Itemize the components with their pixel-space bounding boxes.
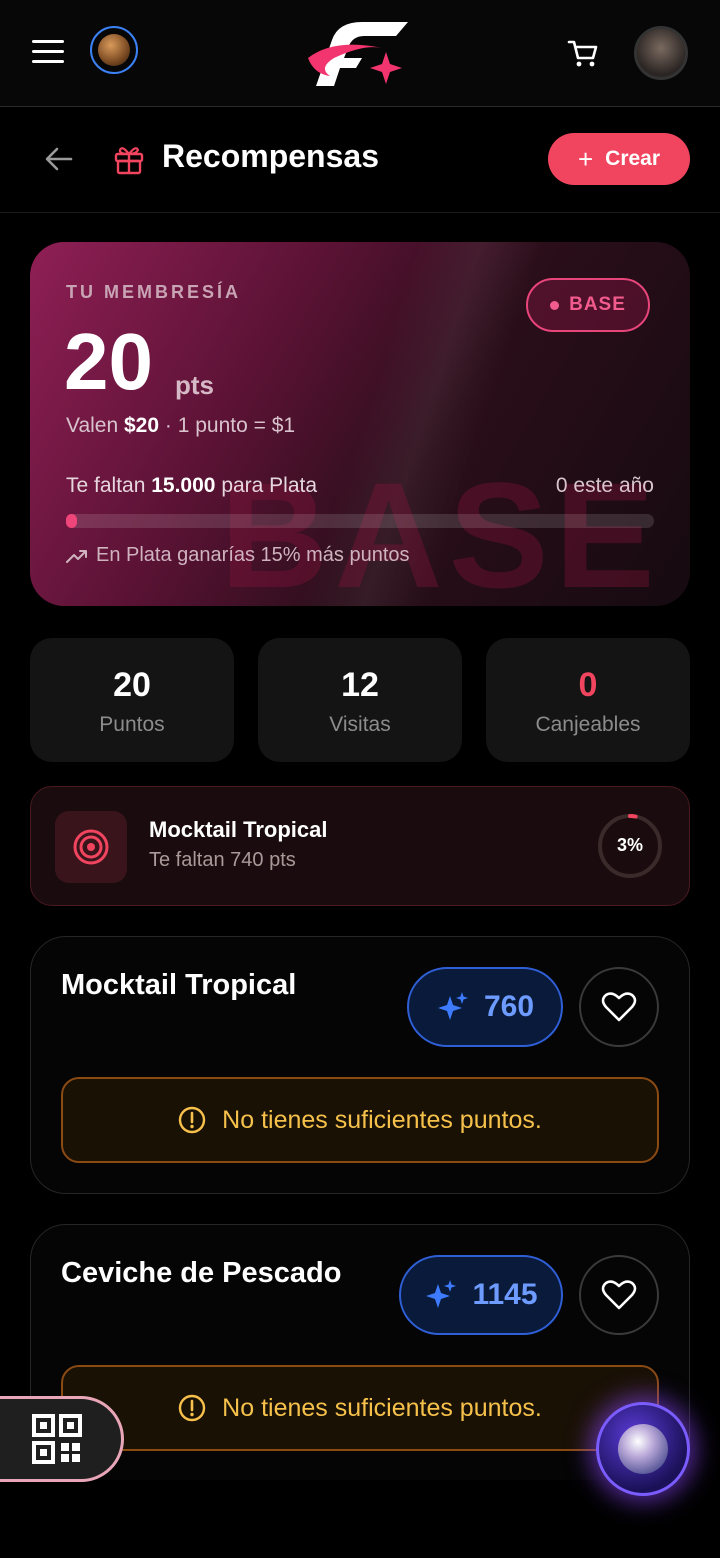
next-reward-name: Mocktail Tropical: [149, 817, 328, 842]
progress-percent: 3%: [616, 835, 643, 855]
sparkle-icon: [437, 992, 468, 1020]
value-prefix: Valen: [66, 414, 119, 437]
stat-label: Canjeables: [535, 713, 641, 736]
stat-redeemable: 0 Canjeables: [486, 638, 690, 762]
points-value-text: Valen $20 · 1 punto = $1: [66, 414, 295, 438]
warning-text: No tienes suficientes puntos.: [222, 1105, 542, 1134]
heart-icon: [601, 992, 637, 1022]
reward-card[interactable]: Mocktail Tropical 760 No tienes suficien…: [30, 936, 690, 1194]
qr-code-button[interactable]: [0, 1396, 124, 1482]
favorite-button[interactable]: [579, 967, 659, 1047]
reward-cost: 1145: [472, 1278, 538, 1311]
warning-text: No tienes suficientes puntos.: [222, 1393, 542, 1422]
tier-hint: En Plata ganarías 15% más puntos: [66, 544, 410, 567]
insufficient-points-warning: No tienes suficientes puntos.: [61, 1077, 659, 1163]
orb-icon: [618, 1424, 668, 1474]
membership-label: TU MEMBRESÍA: [66, 282, 241, 302]
heart-icon: [601, 1280, 637, 1310]
missing-suffix: para Plata: [221, 474, 318, 497]
user-avatar[interactable]: [634, 26, 688, 80]
target-icon: [55, 811, 127, 883]
tier-progress-fill: [66, 514, 78, 528]
points-value: 20: [64, 317, 153, 406]
reward-card[interactable]: Ceviche de Pescado 1145 No tienes sufici…: [30, 1224, 690, 1482]
insufficient-points-warning: No tienes suficientes puntos.: [61, 1365, 659, 1451]
missing-amount: 15.000: [151, 474, 216, 497]
bottom-area: [0, 1480, 720, 1558]
qr-code-icon: [32, 1414, 82, 1464]
back-arrow-icon[interactable]: [44, 144, 74, 174]
points-this-year: 0 este año: [555, 474, 654, 497]
stat-value: 0: [578, 666, 598, 704]
reward-name: Ceviche de Pescado: [61, 1257, 342, 1289]
reward-cost: 760: [483, 990, 535, 1023]
create-button[interactable]: + Crear: [548, 133, 690, 185]
stat-points: 20 Puntos: [30, 638, 234, 762]
reward-cost-badge: 1145: [399, 1255, 563, 1335]
stat-value: 12: [341, 666, 379, 704]
stat-value: 20: [113, 666, 151, 704]
stat-visits: 12 Visitas: [258, 638, 462, 762]
reward-cost-badge: 760: [407, 967, 563, 1047]
tier-progress-bar: [66, 514, 654, 528]
value-amount: $20: [124, 414, 160, 437]
points-unit: pts: [175, 370, 214, 400]
trending-up-icon: [66, 549, 87, 563]
stat-label: Puntos: [99, 713, 165, 736]
stat-label: Visitas: [329, 713, 391, 736]
sparkle-icon: [426, 1280, 457, 1308]
tier-hint-text: En Plata ganarías 15% más puntos: [96, 544, 410, 566]
assistant-orb-button[interactable]: [596, 1402, 690, 1496]
alert-icon: [178, 1106, 206, 1134]
reward-name: Mocktail Tropical: [61, 969, 297, 1001]
missing-prefix: Te faltan: [66, 474, 146, 497]
tier-badge-label: BASE: [569, 294, 626, 315]
next-reward-card[interactable]: Mocktail Tropical Te faltan 740 pts 3%: [30, 786, 690, 906]
next-reward-detail: Te faltan 740 pts: [149, 849, 296, 871]
alert-icon: [178, 1394, 206, 1422]
missing-points-text: Te faltan 15.000 para Plata: [66, 474, 317, 498]
brand-logo[interactable]: [304, 18, 414, 90]
membership-card: BASE TU MEMBRESÍA BASE 20 pts Valen $20 …: [30, 242, 690, 606]
gift-icon: [114, 147, 144, 175]
create-button-label: Crear: [605, 147, 661, 170]
hamburger-icon[interactable]: [32, 40, 64, 66]
plus-icon: +: [577, 144, 594, 174]
tier-dot-icon: [550, 300, 560, 310]
value-suffix: · 1 punto = $1: [164, 414, 296, 437]
cart-icon[interactable]: [566, 36, 600, 70]
tier-badge: BASE: [526, 278, 650, 332]
favorite-button[interactable]: [579, 1255, 659, 1335]
page-title: Recompensas: [162, 138, 379, 174]
planet-icon[interactable]: [90, 26, 138, 74]
